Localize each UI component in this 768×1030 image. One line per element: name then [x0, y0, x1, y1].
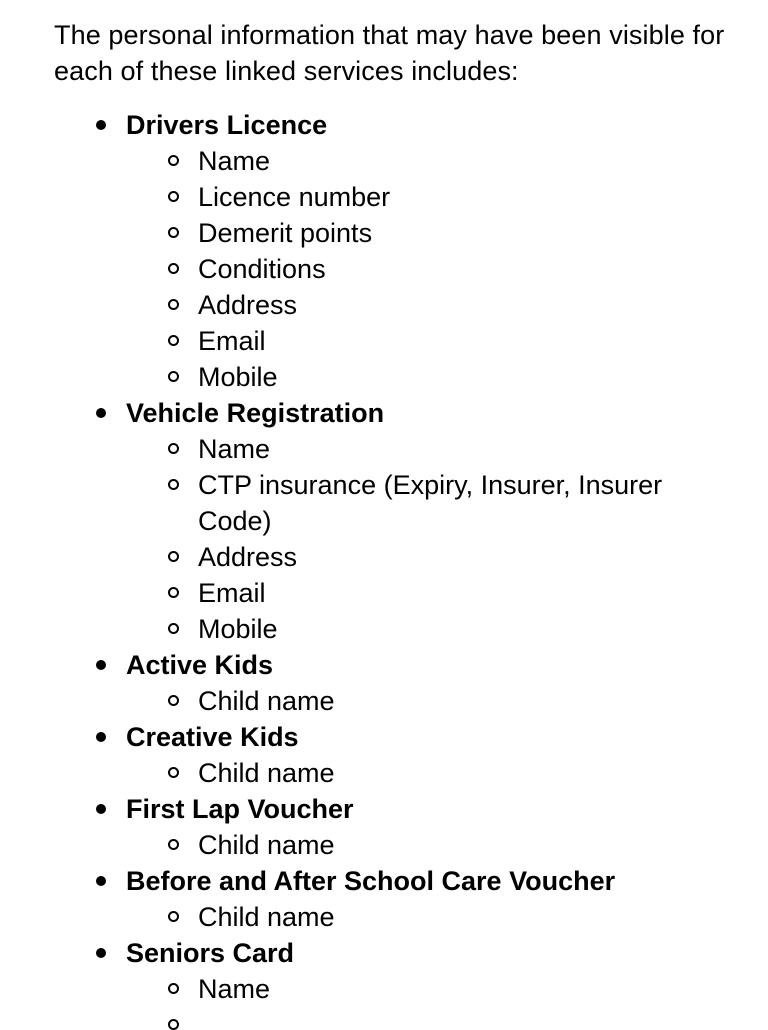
- fields-list: Child name: [126, 827, 768, 863]
- bullet-circle-icon: [168, 191, 179, 202]
- bullet-disc-icon: [96, 408, 106, 418]
- field-label: Child name: [198, 902, 335, 932]
- field-label: Mobile: [198, 362, 278, 392]
- field-item: Child name: [126, 683, 698, 719]
- field-label: Name: [198, 146, 271, 176]
- bullet-circle-icon: [168, 911, 179, 922]
- field-label: CTP insurance (Expiry, Insurer, Insurer …: [198, 470, 663, 536]
- bullet-disc-icon: [96, 876, 106, 886]
- bullet-circle-icon: [168, 299, 179, 310]
- bullet-circle-icon: [168, 263, 179, 274]
- bullet-circle-icon: [168, 551, 179, 562]
- field-label: Email: [198, 578, 266, 608]
- service-item: First Lap Voucher Child name: [54, 791, 768, 863]
- bullet-circle-icon: [168, 767, 179, 778]
- bullet-circle-icon: [168, 155, 179, 166]
- field-item: CTP insurance (Expiry, Insurer, Insurer …: [126, 467, 698, 539]
- service-label: Vehicle Registration: [126, 398, 385, 428]
- service-item: Drivers Licence Name Licence number Demerit…: [54, 107, 768, 395]
- service-item: Before and After School Care Voucher Chil…: [54, 863, 768, 935]
- service-label: First Lap Voucher: [126, 794, 354, 824]
- field-label: Address: [198, 290, 298, 320]
- fields-list: Name Licence number Demerit points Conditio…: [126, 143, 768, 395]
- bullet-disc-icon: [96, 948, 106, 958]
- service-label: Seniors Card: [126, 938, 295, 968]
- field-label: Address: [198, 542, 298, 572]
- field-label: Child name: [198, 758, 335, 788]
- field-label: Name: [198, 974, 271, 1004]
- services-list: Drivers Licence Name Licence number Demerit…: [54, 107, 768, 1030]
- field-label: Child name: [198, 830, 335, 860]
- fields-list: Child name: [126, 899, 768, 935]
- intro-paragraph: The personal information that may have b…: [54, 20, 725, 86]
- fields-list: Child name: [126, 683, 768, 719]
- bullet-disc-icon: [96, 660, 106, 670]
- service-label: Creative Kids: [126, 722, 299, 752]
- field-label: Name: [198, 434, 271, 464]
- field-item: Address: [126, 539, 698, 575]
- field-item: Child name: [126, 899, 698, 935]
- bullet-circle-icon: [168, 479, 179, 490]
- bullet-circle-icon: [168, 335, 179, 346]
- bullet-circle-icon: [168, 227, 179, 238]
- field-item: Address: [126, 287, 698, 323]
- field-label: Conditions: [198, 254, 326, 284]
- bullet-circle-icon: [168, 1019, 179, 1030]
- fields-list: Name CTP insurance (Expiry, Insurer, Insu…: [126, 431, 768, 647]
- field-item: Licence number: [126, 179, 698, 215]
- service-item: Seniors Card Name: [54, 935, 768, 1030]
- field-item: Mobile: [126, 359, 698, 395]
- field-item: Child name: [126, 755, 698, 791]
- field-item: Mobile: [126, 611, 698, 647]
- field-item: Name: [126, 971, 698, 1007]
- field-item: Child name: [126, 827, 698, 863]
- fields-list: Name: [126, 971, 768, 1030]
- bullet-circle-icon: [168, 983, 179, 994]
- bullet-circle-icon: [168, 623, 179, 634]
- field-item: Email: [126, 575, 698, 611]
- service-label: Drivers Licence: [126, 110, 328, 140]
- field-label: Child name: [198, 686, 335, 716]
- field-label: Licence number: [198, 182, 391, 212]
- field-item: Demerit points: [126, 215, 698, 251]
- field-label: Email: [198, 326, 266, 356]
- document-page: The personal information that may have b…: [0, 0, 768, 1030]
- service-item: Active Kids Child name: [54, 647, 768, 719]
- bullet-disc-icon: [96, 732, 106, 742]
- bullet-disc-icon: [96, 120, 106, 130]
- service-label: Before and After School Care Voucher: [126, 866, 616, 896]
- fields-list: Child name: [126, 755, 768, 791]
- field-item: Email: [126, 323, 698, 359]
- service-item: Creative Kids Child name: [54, 719, 768, 791]
- bullet-circle-icon: [168, 443, 179, 454]
- bullet-circle-icon: [168, 371, 179, 382]
- bullet-circle-icon: [168, 695, 179, 706]
- field-item: Name: [126, 143, 698, 179]
- field-item: Conditions: [126, 251, 698, 287]
- field-label: Mobile: [198, 614, 278, 644]
- bullet-circle-icon: [168, 839, 179, 850]
- bullet-circle-icon: [168, 587, 179, 598]
- service-label: Active Kids: [126, 650, 274, 680]
- bullet-disc-icon: [96, 804, 106, 814]
- service-item: Vehicle Registration Name CTP insurance (E…: [54, 395, 768, 647]
- field-label: Demerit points: [198, 218, 373, 248]
- field-item: Name: [126, 431, 698, 467]
